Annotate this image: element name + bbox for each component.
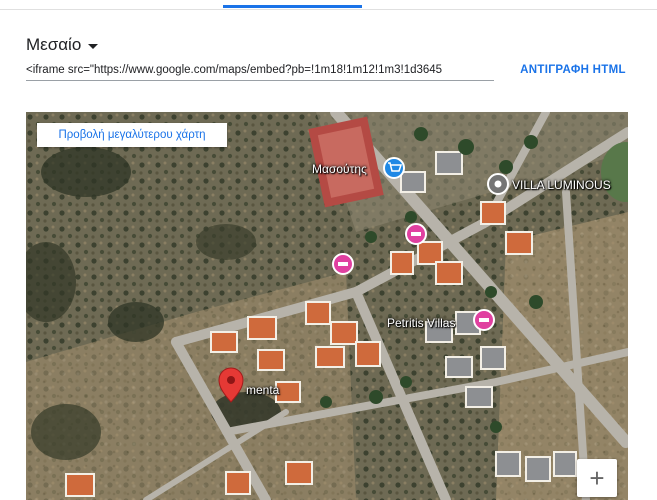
embed-code-text: <iframe src="https://www.google.com/maps… — [26, 64, 443, 76]
map-preview[interactable]: Προβολή μεγαλύτερου χάρτη Μασούτης VILLA… — [26, 112, 628, 500]
share-map-dialog: Μεσαίο <iframe src="https://www.google.c… — [0, 0, 657, 500]
copy-html-button[interactable]: ΑΝΤΙΓΡΑΦΗ HTML — [512, 58, 634, 82]
size-dropdown-label: Μεσαίο — [26, 35, 82, 54]
place-label-masoutis[interactable]: Μασούτης — [312, 162, 367, 176]
place-label-menta[interactable]: menta — [246, 383, 279, 397]
size-dropdown[interactable]: Μεσαίο — [26, 32, 99, 58]
landmark-marker-icon — [487, 173, 509, 195]
caret-down-icon — [88, 43, 99, 49]
view-larger-map-button[interactable]: Προβολή μεγαλύτερου χάρτη — [37, 123, 227, 147]
place-label-petritis-villas[interactable]: Petritis Villas — [387, 316, 455, 330]
zoom-in-button[interactable]: + — [577, 459, 617, 497]
tab-bar — [0, 0, 657, 10]
tab-embed-indicator[interactable] — [223, 5, 362, 8]
shop-marker-icon — [383, 157, 405, 179]
embed-code-field[interactable]: <iframe src="https://www.google.com/maps… — [26, 60, 494, 81]
place-label-villa-luminous[interactable]: VILLA LUMINOUS — [512, 178, 611, 192]
